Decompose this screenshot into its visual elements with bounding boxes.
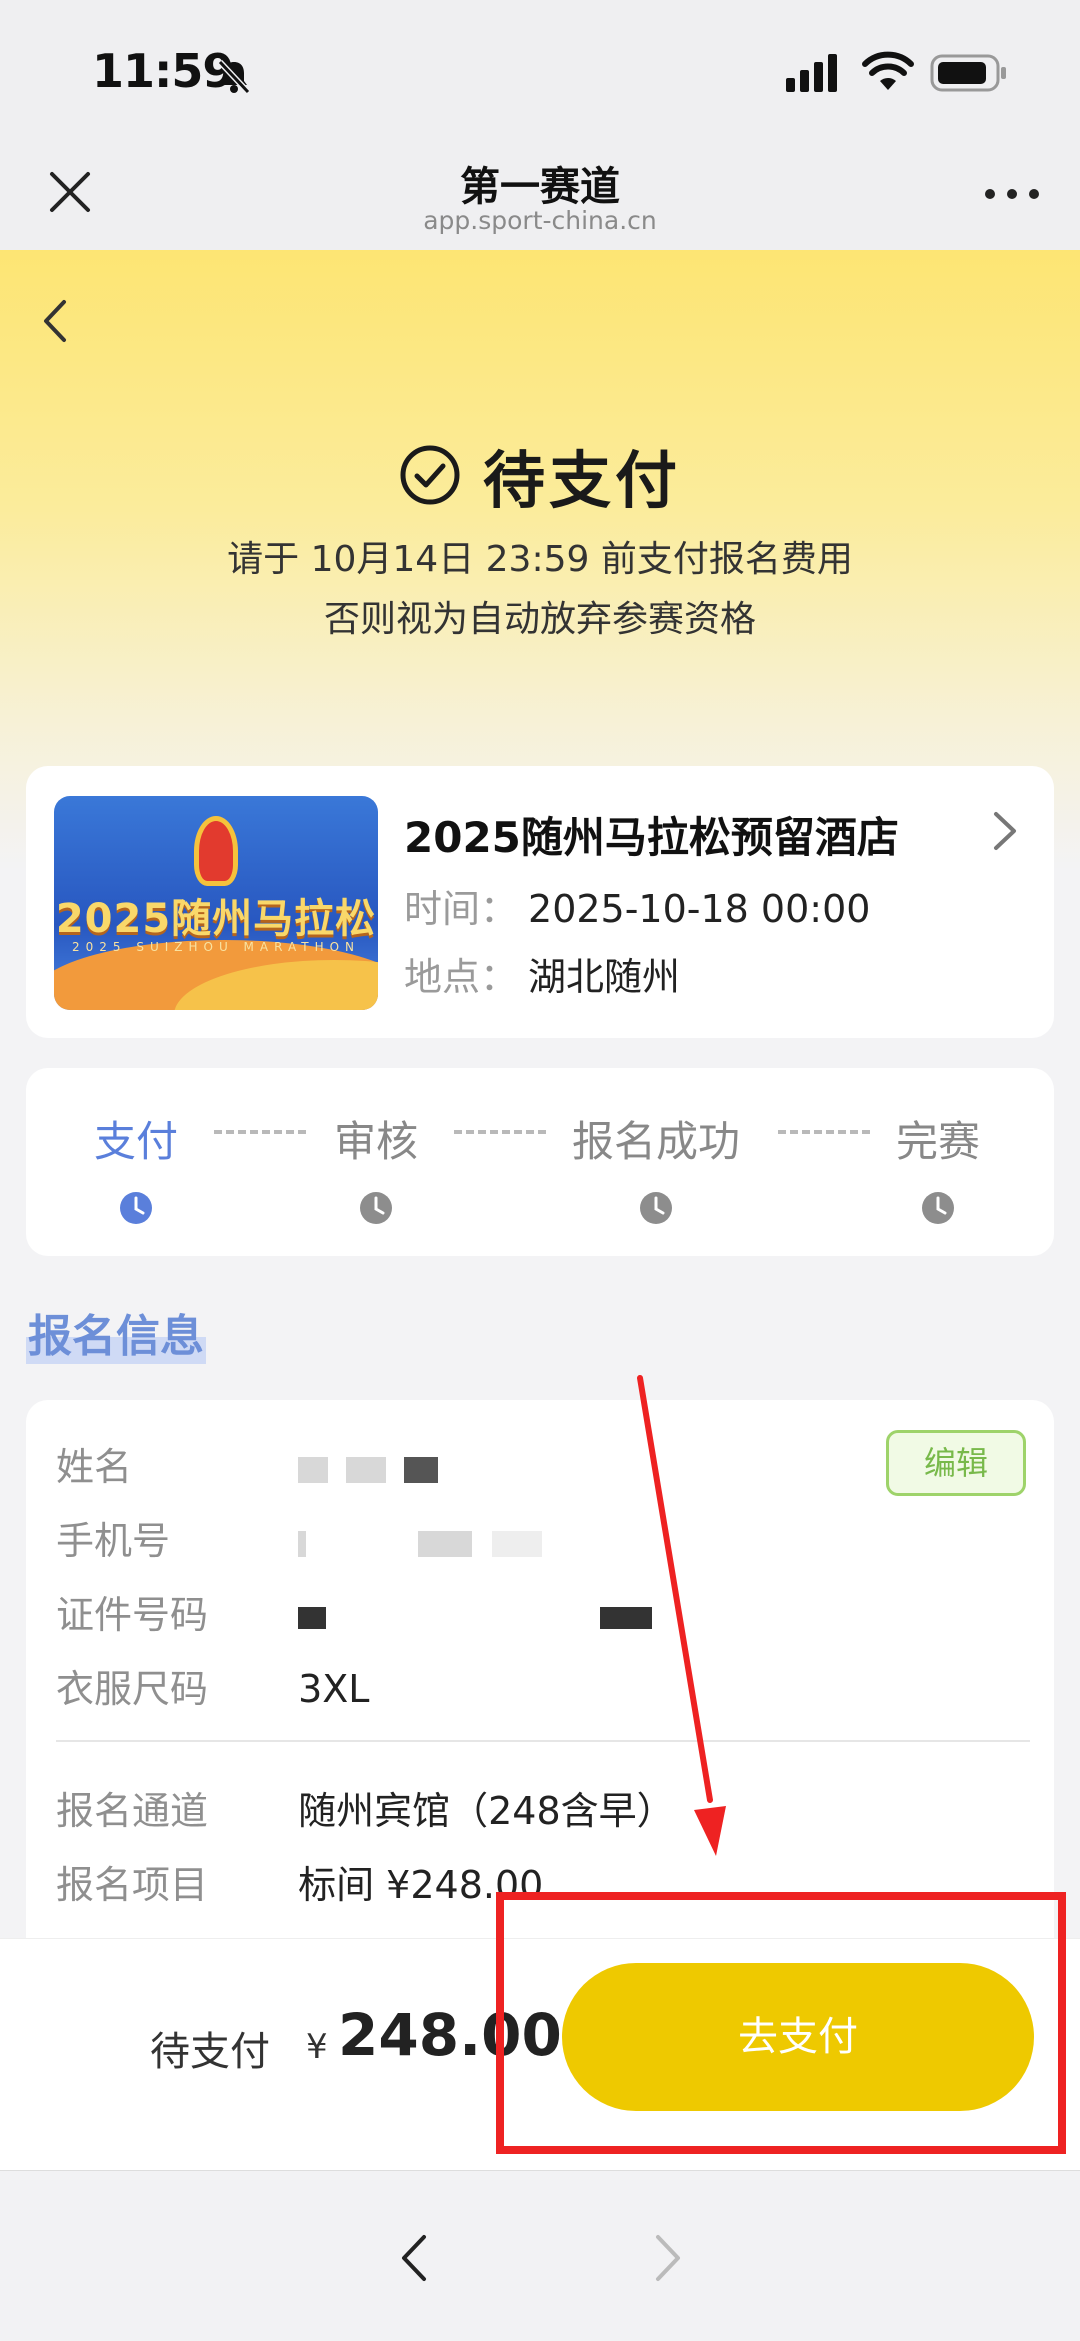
clock-icon (120, 1192, 152, 1224)
size-value: 3XL (298, 1667, 370, 1711)
event-banner-image: 2025随州马拉松 2025 SUIZHOU MARATHON (54, 796, 378, 1010)
event-card[interactable]: 2025随州马拉松 2025 SUIZHOU MARATHON 2025随州马拉… (26, 766, 1054, 1038)
back-chevron-icon[interactable] (36, 296, 76, 346)
signal-icon (786, 54, 837, 92)
more-icon[interactable] (982, 184, 1042, 204)
battery-icon (930, 54, 1006, 92)
step-finish: 完赛 (896, 1108, 980, 1229)
banner-title: 2025随州马拉松 (55, 896, 377, 942)
event-time-label: 时间： (404, 887, 519, 931)
step-review: 审核 (334, 1108, 418, 1229)
info-row-size: 衣服尺码 3XL (56, 1667, 370, 1711)
item-value: 标间 ¥248.00 (298, 1863, 544, 1907)
channel-value: 随州宾馆（248含早） (298, 1789, 675, 1833)
pay-amount: 248.00 (338, 2001, 562, 2069)
progress-steps: 支付 审核 报名成功 完赛 (26, 1068, 1054, 1256)
pay-currency: ¥ (306, 2027, 328, 2067)
banner-subtitle: 2025 SUIZHOU MARATHON (71, 940, 361, 954)
event-place-value: 湖北随州 (528, 955, 681, 999)
clock-icon (922, 1192, 954, 1224)
event-time-value: 2025-10-18 00:00 (528, 887, 871, 931)
phone-value-redacted (298, 1519, 543, 1563)
info-row-phone: 手机号 (56, 1510, 543, 1565)
event-place: 地点： 湖北随州 (404, 946, 680, 1001)
pay-label: 待支付 (150, 2029, 270, 2075)
divider (56, 1740, 1030, 1742)
name-value-redacted (298, 1445, 439, 1489)
event-name: 2025随州马拉松预留酒店 (404, 813, 899, 862)
clock-icon (640, 1192, 672, 1224)
info-row-name: 姓名 (56, 1436, 439, 1491)
page-url: app.sport-china.cn (423, 206, 657, 235)
browser-bottom-nav (0, 2170, 1080, 2341)
order-status: 待支付 (0, 430, 1080, 520)
chevron-right-icon[interactable] (990, 808, 1020, 854)
section-title-registration: 报名信息 (26, 1300, 206, 1364)
status-title: 待支付 (482, 444, 681, 517)
wifi-icon (862, 51, 914, 90)
pay-now-button[interactable]: 去支付 (562, 1963, 1034, 2111)
step-pay: 支付 (94, 1108, 178, 1229)
info-row-channel: 报名通道 随州宾馆（248含早） (56, 1789, 675, 1833)
check-circle-icon (400, 445, 460, 505)
nav-forward-icon[interactable] (652, 2233, 684, 2283)
registration-info-card: 姓名 编辑 手机号 证件号码 衣服尺码 3XL 报名通道 随州宾馆（248含早）… (26, 1400, 1054, 1938)
torch-emblem (194, 816, 238, 886)
step-connector (778, 1130, 870, 1134)
event-place-label: 地点： (404, 955, 519, 999)
bell-muted-icon (217, 59, 251, 95)
payment-bar: 待支付 ¥ 248.00 去支付 (0, 1938, 1080, 2170)
status-time: 11:59 (92, 44, 234, 98)
info-row-item: 报名项目 标间 ¥248.00 (56, 1863, 544, 1907)
step-registered: 报名成功 (572, 1108, 740, 1229)
page-title: 第一赛道 (460, 164, 620, 210)
edit-button[interactable]: 编辑 (886, 1430, 1026, 1496)
browser-header: 第一赛道 app.sport-china.cn (0, 140, 1080, 250)
info-row-id: 证件号码 (56, 1584, 653, 1639)
forfeit-text: 否则视为自动放弃参赛资格 (323, 599, 756, 640)
clock-icon (360, 1192, 392, 1224)
status-bar: 11:59 (0, 0, 1080, 140)
step-connector (214, 1130, 306, 1134)
status-description: 请于 10月14日 23:59 前支付报名费用 否则视为自动放弃参赛资格 (0, 530, 1080, 650)
deadline-text: 请于 10月14日 23:59 前支付报名费用 (227, 539, 853, 580)
step-connector (454, 1130, 546, 1134)
order-content: 待支付 请于 10月14日 23:59 前支付报名费用 否则视为自动放弃参赛资格… (0, 250, 1080, 1938)
nav-back-icon[interactable] (398, 2233, 430, 2283)
id-value-redacted (298, 1593, 653, 1637)
event-time: 时间： 2025-10-18 00:00 (404, 878, 870, 933)
